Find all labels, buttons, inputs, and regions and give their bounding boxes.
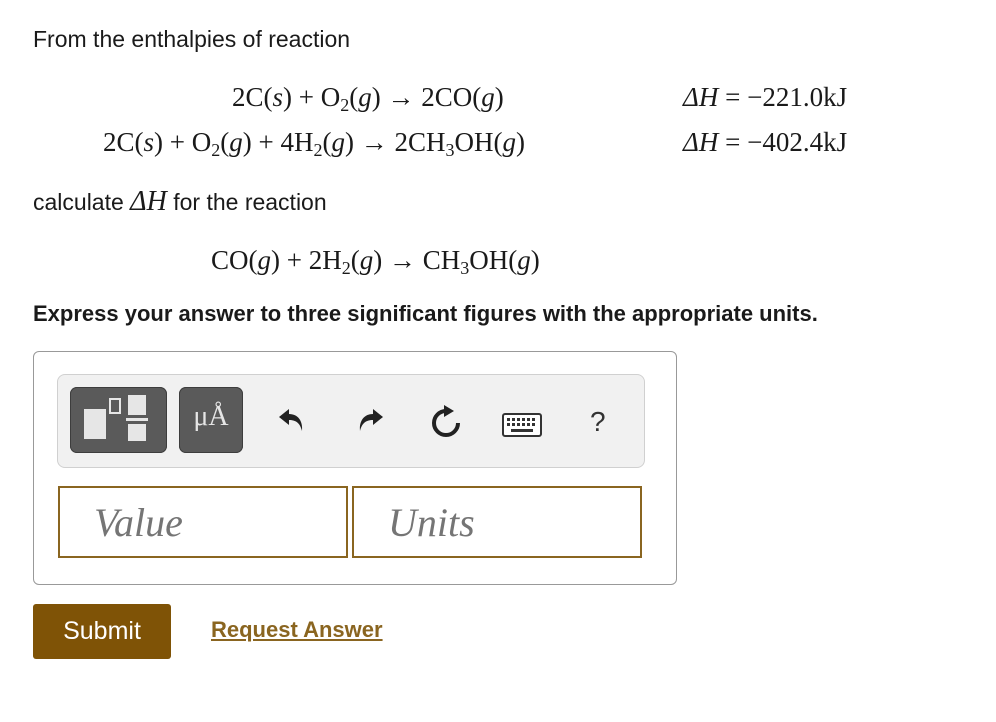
intro-text: From the enthalpies of reaction: [33, 26, 351, 52]
value-input[interactable]: Value: [58, 486, 348, 558]
reset-icon[interactable]: [428, 405, 464, 441]
units-icon: μÅ: [193, 401, 229, 432]
reaction-1-enthalpy: ΔH = −221.0kJ: [683, 82, 848, 112]
target-reaction: CO(g) + 2H2(g) → CH3OH(g): [211, 245, 540, 278]
keyboard-icon[interactable]: [502, 413, 542, 437]
calculate-prompt: calculate ΔH for the reaction: [33, 186, 327, 217]
undo-icon[interactable]: [277, 405, 307, 435]
reaction-2-enthalpy: ΔH = −402.4kJ: [683, 127, 848, 157]
delta-h-symbol: ΔH: [130, 186, 167, 217]
instruction-text: Express your answer to three significant…: [33, 301, 818, 326]
reaction-2-equation: 2C(s) + O2(g) + 4H2(g) → 2CH3OH(g): [103, 127, 525, 160]
templates-icon: [84, 395, 148, 441]
redo-icon[interactable]: [355, 405, 385, 435]
units-button[interactable]: μÅ: [179, 387, 243, 453]
reaction-1-equation: 2C(s) + O2(g) → 2CO(g): [232, 82, 504, 115]
submit-button[interactable]: Submit: [33, 604, 171, 659]
units-input[interactable]: Units: [352, 486, 642, 558]
request-answer-link[interactable]: Request Answer: [211, 617, 383, 643]
templates-button[interactable]: [70, 387, 167, 453]
help-icon[interactable]: ?: [590, 406, 606, 438]
